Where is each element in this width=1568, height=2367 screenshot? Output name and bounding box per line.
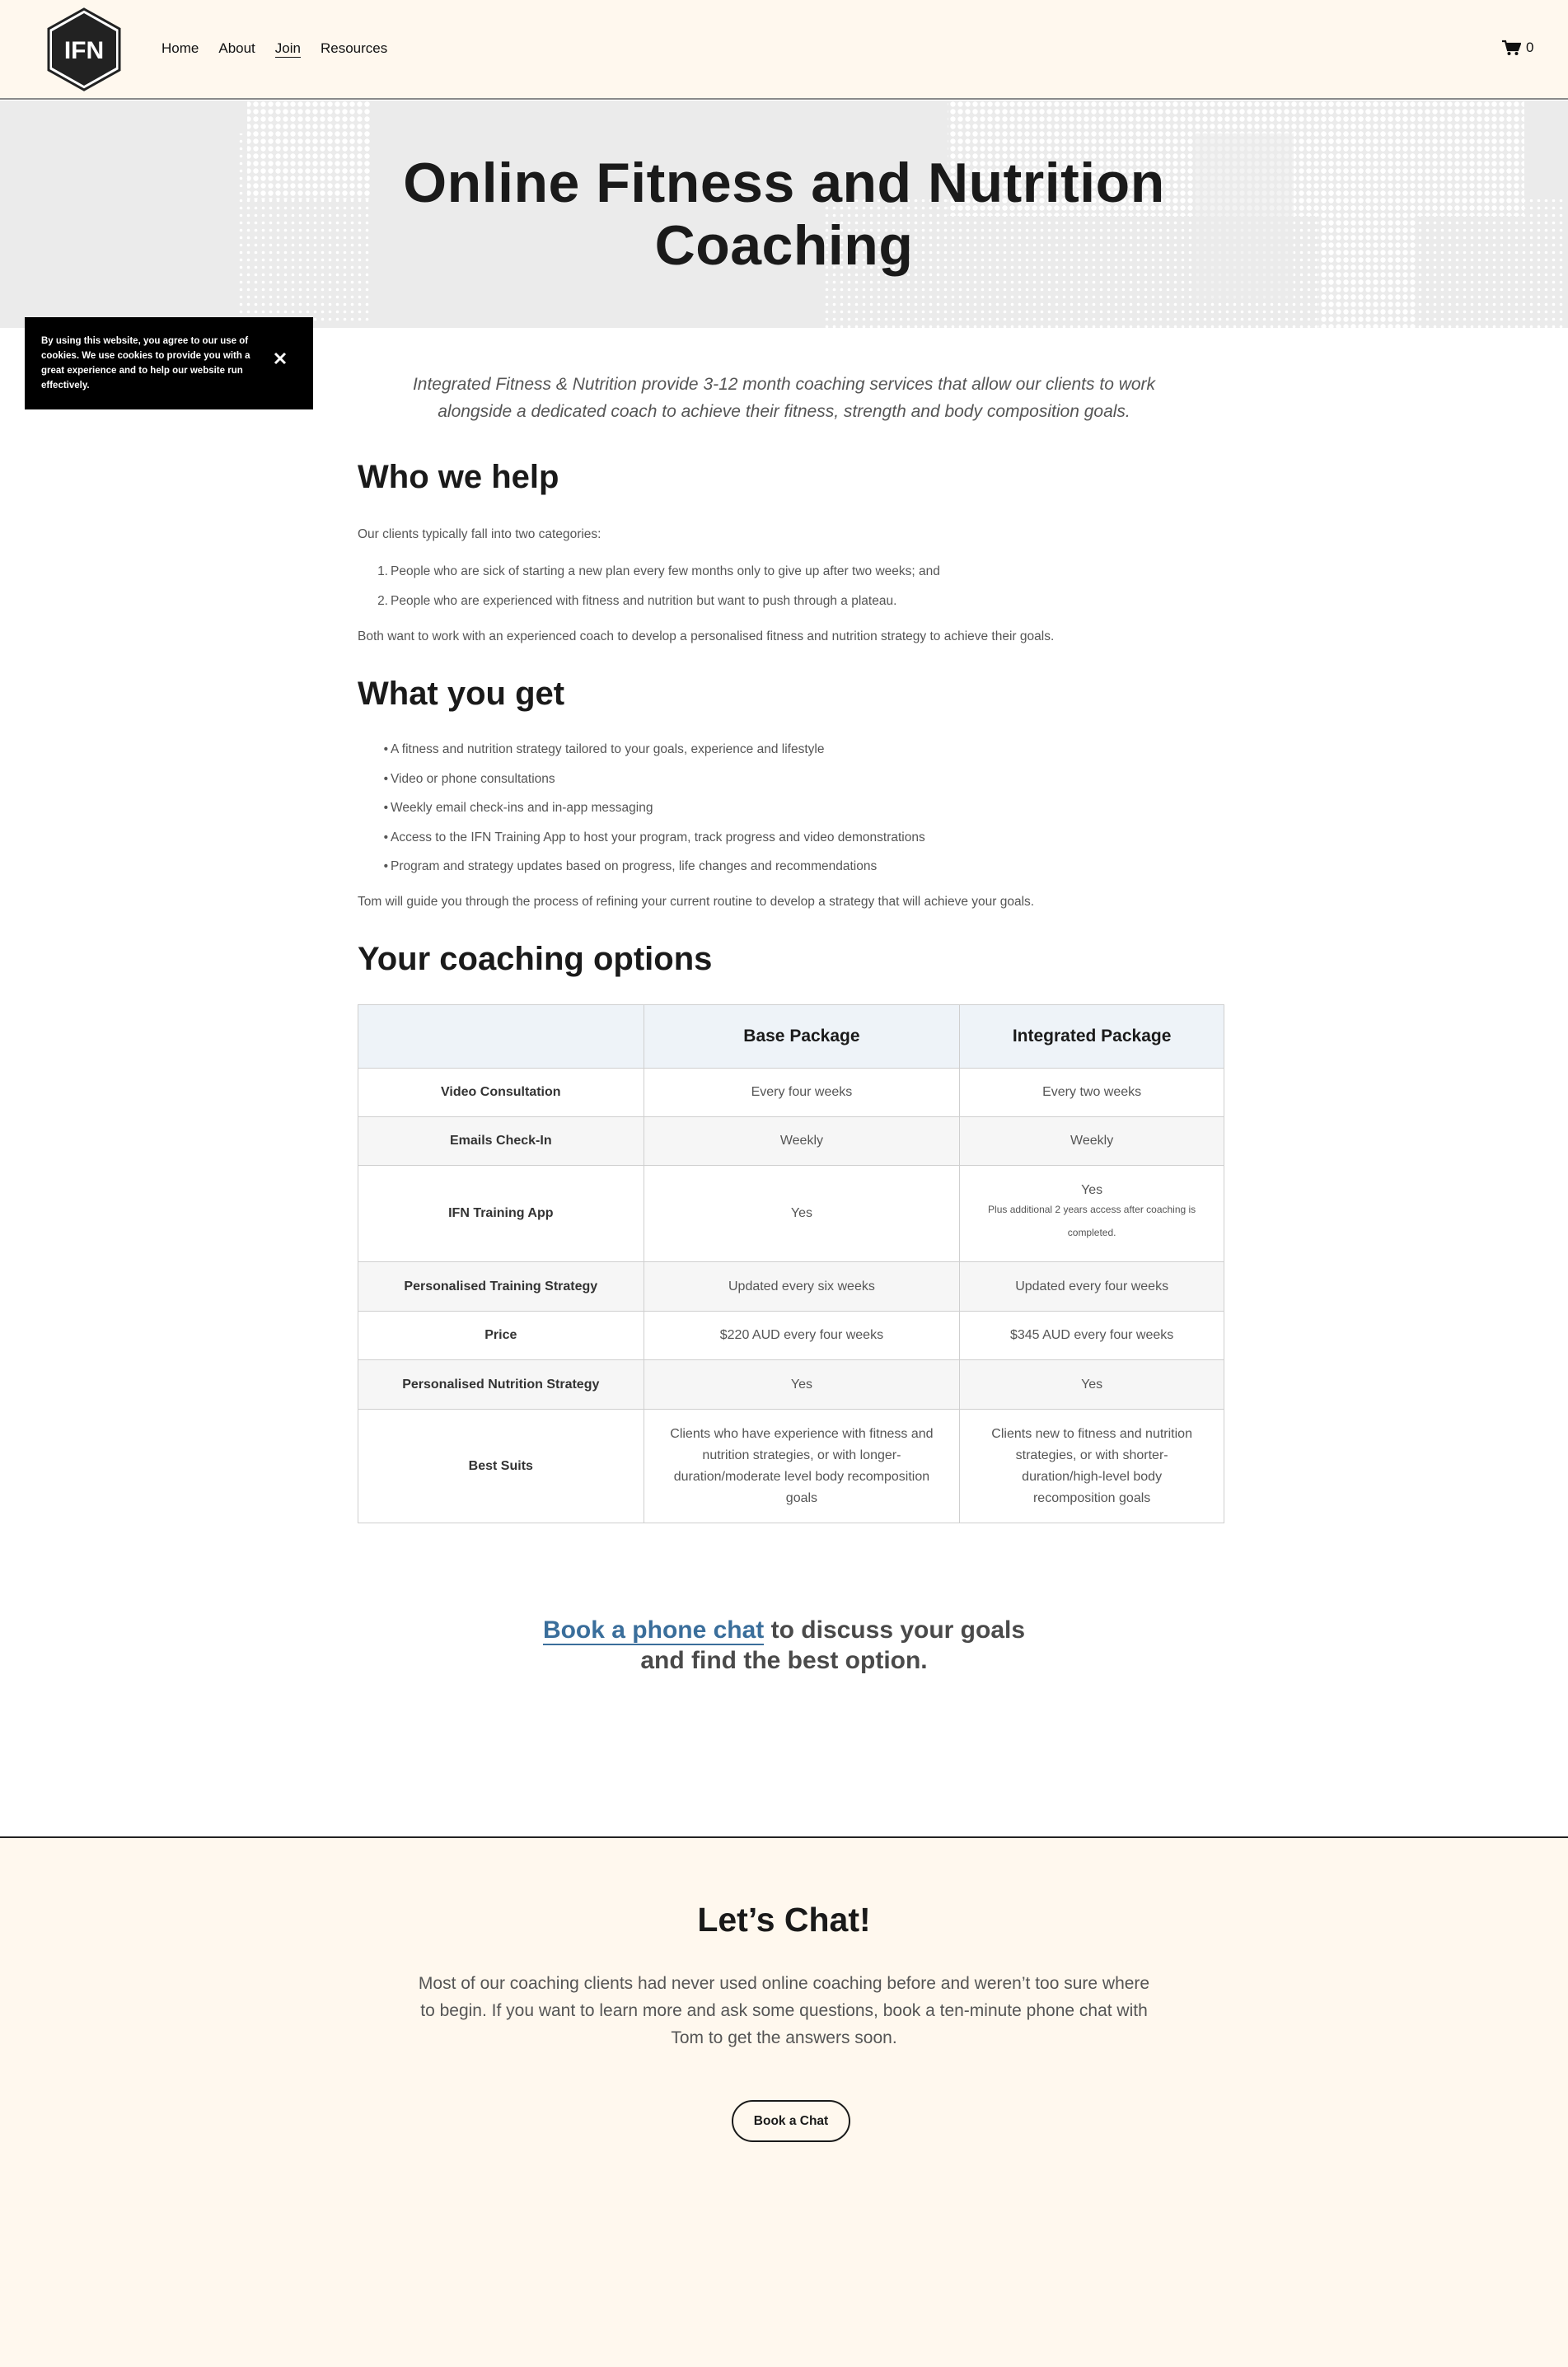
row-label: Best Suits [358,1409,644,1523]
row-label: Price [358,1311,644,1360]
table-row: Personalised Nutrition Strategy Yes Yes [358,1359,1224,1410]
list-item: • Weekly email check-ins and in-app messa… [383,801,653,815]
table-row: Best Suits Clients who have experience w… [358,1409,1224,1523]
row-label: IFN Training App [358,1165,644,1262]
list-item: • Program and strategy updates based on p… [383,859,878,873]
cell-integrated: Updated every four weeks [959,1261,1224,1312]
table-row: Personalised Training Strategy Updated e… [358,1261,1224,1312]
lets-chat-section: Let’s Chat! Most of our coaching clients… [0,1838,1568,2367]
row-label: Personalised Nutrition Strategy [358,1359,644,1410]
what-you-get-list: • A fitness and nutrition strategy tailor… [383,741,1215,887]
cookie-banner: By using this website, you agree to our … [25,317,313,409]
cart-count: 0 [1526,40,1534,55]
site-header: IFN Home About Join Resources 0 [0,0,1568,100]
hero-banner: Online Fitness and Nutrition Coaching [0,101,1568,328]
list-item: • Access to the IFN Training App to host … [383,830,925,844]
cookie-text: By using this website, you agree to our … [41,336,250,391]
who-we-help-lead: Our clients typically fall into two cate… [358,527,601,541]
cell-integrated: Yes Plus additional 2 years access after… [959,1165,1224,1262]
who-we-help-heading: Who we help [358,459,559,495]
list-item: • A fitness and nutrition strategy tailor… [383,742,825,756]
what-you-get-closing: Tom will guide you through the process o… [358,895,1035,909]
cell-base: Every four weeks [643,1068,961,1117]
nav-resources[interactable]: Resources [321,40,387,58]
main-nav: Home About Join Resources [161,40,407,58]
intro-text: Integrated Fitness & Nutrition provide 3… [412,375,1156,421]
table-row: IFN Training App Yes Yes Plus additional… [358,1165,1224,1262]
cell-base: Yes [643,1359,961,1410]
cell-integrated: Weekly [959,1116,1224,1166]
cell-base: Clients who have experience with fitness… [643,1409,961,1523]
table-header-row: Base Package Integrated Package [358,1004,1224,1069]
close-icon[interactable] [272,350,288,367]
cart-button[interactable]: 0 [1501,40,1533,56]
cell-integrated-note: Plus additional 2 years access after coa… [988,1204,1196,1238]
row-label: Emails Check-In [358,1116,644,1166]
cell-integrated: $345 AUD every four weeks [959,1311,1224,1360]
cell-base: $220 AUD every four weeks [643,1311,961,1360]
list-item: 2. People who are experienced with fitnes… [377,593,897,608]
logo-text: IFN [64,37,104,64]
cta-text-line-1: to discuss your goals [764,1616,1026,1644]
lets-chat-heading: Let’s Chat! [697,1901,871,1939]
book-a-chat-button[interactable]: Book a Chat [732,2100,850,2142]
cell-integrated-value: Yes [1081,1183,1103,1197]
cta-text: Book a phone chat to discuss your goals … [494,1615,1074,1676]
ifn-logo[interactable]: IFN [45,7,123,91]
table-header-empty [358,1004,644,1069]
what-you-get-heading: What you get [358,676,565,712]
row-label: Personalised Training Strategy [358,1261,644,1312]
table-header-integrated: Integrated Package [959,1004,1224,1069]
list-item: 1. People who are sick of starting a new … [377,564,940,578]
nav-join[interactable]: Join [274,40,301,58]
coaching-options-heading: Your coaching options [358,941,713,977]
coaching-options-table: Base Package Integrated Package Video Co… [358,1004,1224,1523]
book-phone-chat-link[interactable]: Book a phone chat [542,1616,765,1645]
table-row: Price $220 AUD every four weeks $345 AUD… [358,1311,1224,1360]
lets-chat-text: Most of our coaching clients had never u… [418,1974,1150,2047]
who-we-help-list: 1. People who are sick of starting a new … [377,563,1215,621]
nav-home[interactable]: Home [161,40,199,58]
table-header-base: Base Package [643,1004,961,1069]
table-row: Emails Check-In Weekly Weekly [358,1116,1224,1166]
list-item: • Video or phone consultations [383,771,555,786]
page-title-line-1: Online Fitness and Nutrition [403,152,1165,214]
who-we-help-closing: Both want to work with an experienced co… [358,629,1055,643]
nav-about[interactable]: About [218,40,255,58]
cell-integrated: Every two weeks [959,1068,1224,1117]
cta-text-line-2: and find the best option. [640,1647,928,1674]
page-title: Online Fitness and Nutrition Coaching [330,152,1238,277]
table-row: Video Consultation Every four weeks Ever… [358,1068,1224,1117]
row-label: Video Consultation [358,1068,644,1117]
cell-integrated: Yes [959,1359,1224,1410]
cell-base: Weekly [643,1116,961,1166]
cell-integrated: Clients new to fitness and nutrition str… [959,1409,1224,1523]
page-title-line-2: Coaching [654,214,914,277]
cell-base: Yes [643,1165,961,1262]
cart-icon [1502,40,1521,55]
cell-base: Updated every six weeks [643,1261,961,1312]
